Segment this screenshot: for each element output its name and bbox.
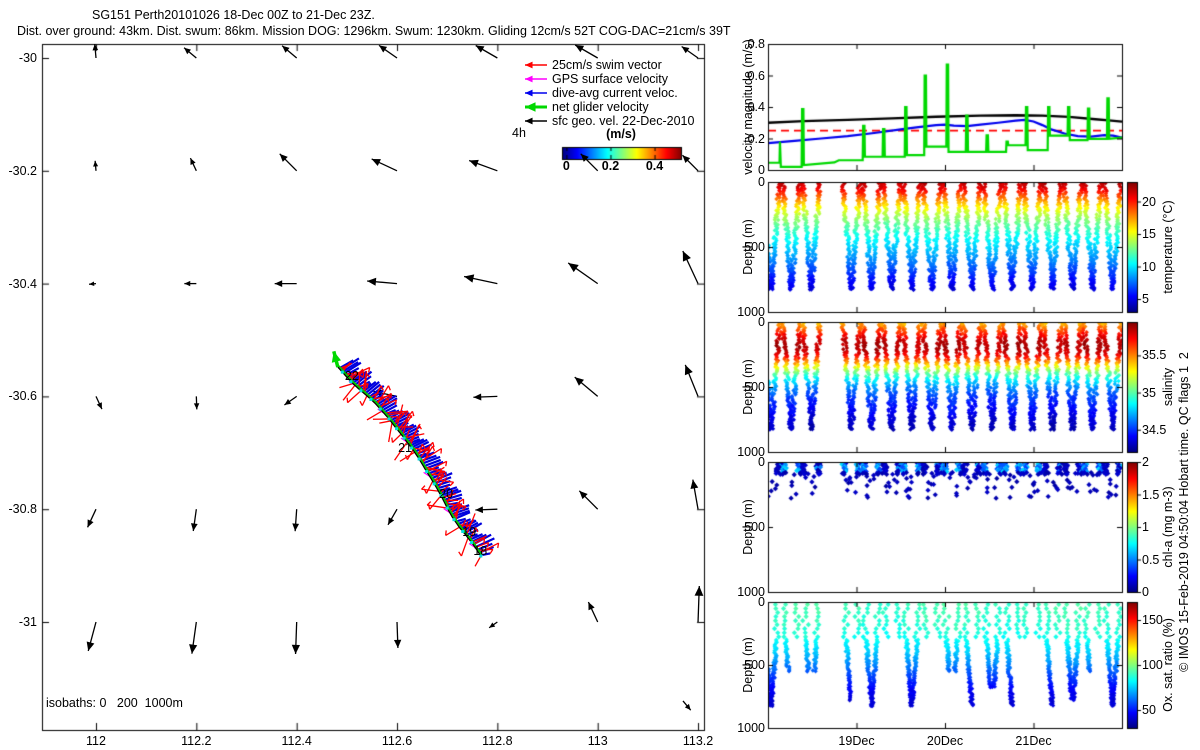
panel-ytick-label: 500 xyxy=(744,240,765,254)
track-day-label: 18 xyxy=(473,543,488,558)
legend-colorbar-tick-label: 0.4 xyxy=(645,158,664,173)
legend-colorbar-title: (m/s) xyxy=(606,126,636,141)
figure-subtitle: Dist. over ground: 43km. Dist. swum: 86k… xyxy=(17,24,731,38)
colorbar-tick-label: 5 xyxy=(1142,292,1149,306)
colorbar-title: salinity xyxy=(1160,367,1175,407)
legend-entry-label: GPS surface velocity xyxy=(552,72,669,86)
map-ytick-label: -30.4 xyxy=(8,276,38,291)
panel-ytick-label: 1000 xyxy=(737,721,765,735)
map-xtick-label: 112.6 xyxy=(381,733,413,748)
colorbar-tick-label: 0.5 xyxy=(1142,552,1160,567)
colorbar-title: temperature (°C) xyxy=(1160,200,1175,294)
colorbar-tick-label: 150 xyxy=(1142,613,1163,627)
panel-ytick-label: 0 xyxy=(758,315,765,329)
track-day-label: 19 xyxy=(462,524,477,539)
map-ytick-label: -30 xyxy=(18,51,37,65)
legend-colorbar-tick-label: 0.2 xyxy=(601,158,620,173)
map-xtick-label: 112.8 xyxy=(482,733,513,748)
map-ytick-label: -30.8 xyxy=(8,502,38,517)
legend-duration-label: 4h xyxy=(512,126,526,140)
map-ytick-label: -31 xyxy=(18,615,37,629)
panel-ytick-label: 0 xyxy=(758,595,765,609)
colorbar-title: Ox. sat. ratio (%) xyxy=(1160,618,1175,712)
map-ytick-label: -30.6 xyxy=(8,389,38,404)
track-day-label: 21 xyxy=(398,440,412,455)
colorbar-tick-label: 35.5 xyxy=(1142,348,1167,363)
legend-entry-label: sfc geo. vel. 22-Dec-2010 xyxy=(552,114,695,128)
panel-ytick-label: 0.2 xyxy=(747,131,765,146)
colorbar-tick-label: 2 xyxy=(1142,455,1149,469)
colorbar-tick-label: 1.5 xyxy=(1142,487,1160,502)
colorbar-tick-label: 0 xyxy=(1142,585,1149,599)
legend-entry-label: net glider velocity xyxy=(552,100,649,114)
colorbar-tick-label: 20 xyxy=(1142,194,1156,209)
time-xtick-label: 19Dec xyxy=(838,733,875,748)
time-xtick-label: 21Dec xyxy=(1015,733,1052,748)
colorbar-tick-label: 1 xyxy=(1142,520,1149,534)
panel-ytick-label: 0 xyxy=(758,175,765,189)
legend-entry-label: dive-avg current veloc. xyxy=(552,86,678,100)
map-xtick-label: 112.4 xyxy=(281,733,312,748)
panel-ytick-label: 500 xyxy=(744,380,765,394)
panel-ytick-label: 500 xyxy=(744,520,765,534)
panel-ytick-label: 0.4 xyxy=(747,100,765,114)
colorbar-tick-label: 100 xyxy=(1142,658,1163,672)
panel-ytick-label: 0.8 xyxy=(747,37,765,51)
map-xtick-label: 113 xyxy=(587,733,608,748)
track-day-label: 20 xyxy=(439,486,454,501)
imos-watermark: © IMOS 15-Feb-2019 04:50:04 Hobart time.… xyxy=(1176,352,1191,672)
legend-entry-label: 25cm/s swim vector xyxy=(552,58,662,72)
track-day-label: 22 xyxy=(344,368,359,383)
map-xtick-label: 113.2 xyxy=(682,733,714,748)
map-ytick-label: -30.2 xyxy=(8,163,38,178)
colorbar-tick-label: 10 xyxy=(1142,259,1156,274)
figure-title: SG151 Perth20101026 18-Dec 00Z to 21-Dec… xyxy=(92,8,375,22)
map-xtick-label: 112.2 xyxy=(181,733,212,748)
panel-ytick-label: 0.6 xyxy=(747,68,765,83)
panel-ytick-label: 0 xyxy=(758,455,765,469)
time-xtick-label: 20Dec xyxy=(926,733,964,748)
colorbar-title: chl-a (mg m-3) xyxy=(1160,486,1175,568)
colorbar-tick-label: 15 xyxy=(1142,227,1156,241)
panel-ytick-label: 500 xyxy=(744,658,765,672)
map-xtick-label: 112 xyxy=(86,733,106,748)
colorbar-tick-label: 50 xyxy=(1142,703,1156,717)
isobaths-note: isobaths: 0 200 1000m xyxy=(46,696,183,710)
colorbar-tick-label: 34.5 xyxy=(1142,422,1167,437)
figure-root: { "title": { "line1": "SG151 Perth201010… xyxy=(0,0,1200,750)
legend-colorbar-tick-label: 0 xyxy=(562,158,570,173)
colorbar-tick-label: 35 xyxy=(1142,385,1156,400)
